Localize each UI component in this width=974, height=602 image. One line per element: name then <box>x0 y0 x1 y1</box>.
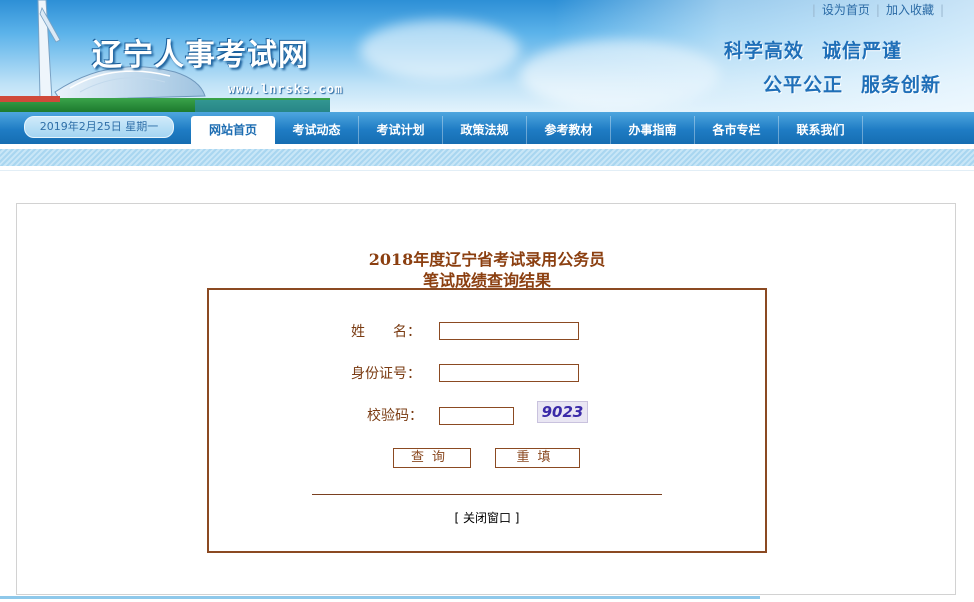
date-display: 2019年2月25日 星期一 <box>24 116 174 138</box>
site-title: 辽宁人事考试网 <box>92 38 309 73</box>
slogan-4: 服务创新 <box>861 74 942 96</box>
separator: | <box>939 3 944 17</box>
site-url: www.lnrsks.com <box>228 82 344 96</box>
id-number-input[interactable] <box>439 364 579 382</box>
name-input[interactable] <box>439 322 579 340</box>
top-links: | 设为首页 | 加入收藏 | <box>806 1 950 18</box>
slogan-1: 科学高效 <box>724 40 805 62</box>
divider <box>0 170 974 171</box>
nav-item-city-columns[interactable]: 各市专栏 <box>695 116 779 144</box>
nav-items: 网站首页 考试动态 考试计划 政策法规 参考教材 办事指南 各市专栏 联系我们 <box>191 116 863 144</box>
separator: | <box>875 3 880 17</box>
nav-item-contact[interactable]: 联系我们 <box>779 116 863 144</box>
cloud <box>360 20 520 80</box>
nav-item-guide[interactable]: 办事指南 <box>611 116 695 144</box>
decorative-stripe <box>0 149 974 166</box>
query-button[interactable]: 查询 <box>393 448 471 468</box>
set-homepage-link[interactable]: 设为首页 <box>822 3 870 17</box>
nav-item-home[interactable]: 网站首页 <box>191 116 275 144</box>
nav-item-exam-plan[interactable]: 考试计划 <box>359 116 443 144</box>
nav-item-textbooks[interactable]: 参考教材 <box>527 116 611 144</box>
name-label: 姓 名： <box>351 324 421 340</box>
slogan-3: 公平公正 <box>763 74 844 96</box>
id-number-label: 身份证号： <box>351 366 421 382</box>
captcha-input[interactable] <box>439 407 514 425</box>
header-banner: 辽宁人事考试网 www.lnrsks.com 科学高效 诚信严谨 公平公正 服务… <box>0 0 974 112</box>
main-nav: 2019年2月25日 星期一 网站首页 考试动态 考试计划 政策法规 参考教材 … <box>0 112 974 144</box>
nav-item-exam-news[interactable]: 考试动态 <box>275 116 359 144</box>
captcha-image[interactable]: 9023 <box>537 401 588 423</box>
slogan-2: 诚信严谨 <box>822 40 903 62</box>
close-window-link[interactable]: [ 关闭窗口 ] <box>0 509 974 526</box>
footer-bar <box>0 596 760 599</box>
form-divider <box>312 494 662 495</box>
separator: | <box>811 3 816 17</box>
reset-button[interactable]: 重填 <box>495 448 580 468</box>
nav-item-policies[interactable]: 政策法规 <box>443 116 527 144</box>
captcha-label: 校验码： <box>367 408 423 424</box>
add-favorite-link[interactable]: 加入收藏 <box>886 3 934 17</box>
